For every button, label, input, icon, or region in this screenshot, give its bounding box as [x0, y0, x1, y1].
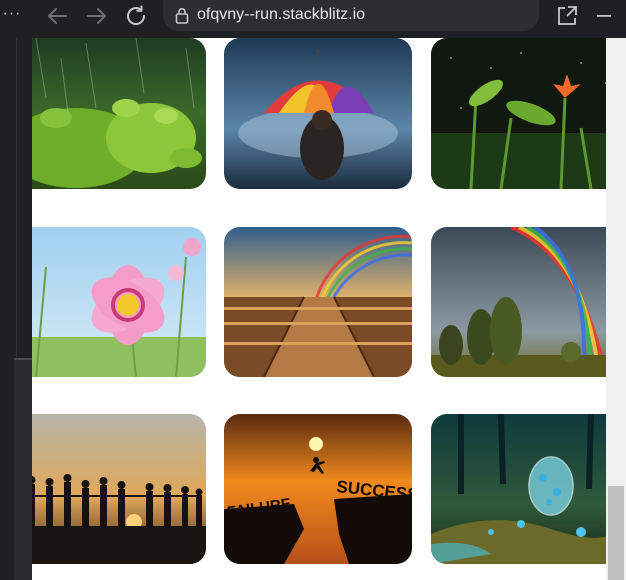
gallery-image-failure-success[interactable]: FAILURE SUCCESS: [224, 414, 412, 564]
gallery-page: FAILURE SUCCESS: [32, 38, 606, 580]
gallery-image-rain-flowers-night[interactable]: [431, 38, 606, 189]
gallery-image-rain-leaves[interactable]: [32, 38, 206, 189]
open-external-icon[interactable]: [555, 0, 579, 32]
menu-dots-icon[interactable]: ···: [2, 0, 22, 30]
url-text: ofqvny--run.stackblitz.io: [197, 6, 366, 23]
gutter-panel: [14, 358, 32, 580]
gallery-image-rainbow-boardwalk[interactable]: [224, 227, 412, 377]
side-gutter: [0, 38, 32, 580]
gutter-marker: [14, 358, 32, 360]
scrollbar-thumb[interactable]: [608, 486, 624, 580]
forward-arrow-icon[interactable]: [84, 0, 110, 32]
gallery-image-sunset-silhouettes[interactable]: [32, 414, 206, 564]
gallery-image-rainbow-trees[interactable]: [431, 227, 606, 377]
lock-icon[interactable]: [175, 7, 189, 29]
browser-toolbar: ··· ofqvny--run.stackblitz.io: [0, 0, 626, 38]
gallery-image-crystal-egg[interactable]: [431, 414, 606, 564]
minimize-icon[interactable]: [594, 0, 614, 32]
gallery-image-pink-cosmos[interactable]: [32, 227, 206, 377]
reload-icon[interactable]: [122, 0, 150, 32]
back-arrow-icon[interactable]: [44, 0, 70, 32]
address-bar[interactable]: ofqvny--run.stackblitz.io: [163, 0, 539, 31]
gallery-image-rainbow-umbrella[interactable]: [224, 38, 412, 189]
